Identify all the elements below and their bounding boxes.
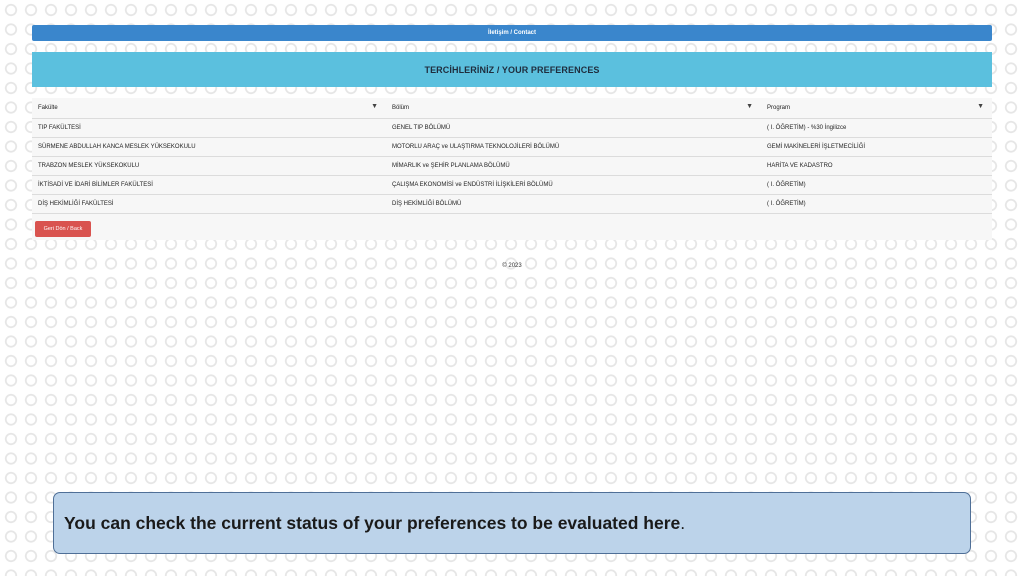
department-cell: DİŞ HEKİMLİĞİ BÖLÜMÜ [386, 193, 761, 214]
preferences-table: Fakülte ▼ Bölüm ▼ Program ▼ TIP FAKÜLTES… [32, 98, 992, 214]
table-row: İKTİSADİ VE İDARİ BİLİMLER FAKÜLTESİ ÇAL… [32, 174, 992, 194]
column-label: Fakülte [38, 104, 58, 111]
caption-text: You can check the current status of your… [64, 512, 681, 533]
caption-box: You can check the current status of your… [53, 492, 971, 554]
filter-icon[interactable]: ▼ [977, 103, 984, 110]
table-row: TRABZON MESLEK YÜKSEKOKULU MİMARLIK ve Ş… [32, 155, 992, 175]
back-button[interactable]: Geri Dön / Back [35, 221, 91, 237]
program-cell: GEMİ MAKİNELERİ İŞLETMECİLİĞİ [761, 136, 992, 156]
faculty-cell: TIP FAKÜLTESİ [32, 117, 386, 137]
column-header-faculty[interactable]: Fakülte ▼ [32, 98, 386, 118]
table-row: DİŞ HEKİMLİĞİ FAKÜLTESİ DİŞ HEKİMLİĞİ BÖ… [32, 193, 992, 214]
faculty-cell: DİŞ HEKİMLİĞİ FAKÜLTESİ [32, 193, 386, 214]
department-cell: GENEL TIP BÖLÜMÜ [386, 117, 761, 137]
column-header-program[interactable]: Program ▼ [761, 98, 992, 118]
department-cell: MİMARLIK ve ŞEHİR PLANLAMA BÖLÜMÜ [386, 155, 761, 175]
faculty-cell: TRABZON MESLEK YÜKSEKOKULU [32, 155, 386, 175]
preferences-panel: Fakülte ▼ Bölüm ▼ Program ▼ TIP FAKÜLTES… [32, 98, 992, 240]
table-row: SÜRMENE ABDULLAH KANCA MESLEK YÜKSEKOKUL… [32, 136, 992, 156]
table-header-row: Fakülte ▼ Bölüm ▼ Program ▼ [32, 98, 992, 118]
faculty-cell: SÜRMENE ABDULLAH KANCA MESLEK YÜKSEKOKUL… [32, 136, 386, 156]
filter-icon[interactable]: ▼ [371, 103, 378, 110]
page-title: TERCİHLERİNİZ / YOUR PREFERENCES [424, 64, 600, 75]
program-cell: ( I. ÖĞRETİM) [761, 193, 992, 214]
footer-copyright: © 2023 [502, 263, 522, 269]
table-row: TIP FAKÜLTESİ GENEL TIP BÖLÜMÜ ( I. ÖĞRE… [32, 117, 992, 137]
caption-period: . [680, 512, 686, 533]
column-label: Bölüm [392, 104, 410, 111]
column-label: Program [767, 104, 791, 111]
column-header-department[interactable]: Bölüm ▼ [386, 98, 761, 118]
filter-icon[interactable]: ▼ [746, 103, 753, 110]
program-cell: ( I. ÖĞRETİM) [761, 174, 992, 194]
department-cell: MOTORLU ARAÇ ve ULAŞTIRMA TEKNOLOJİLERİ … [386, 136, 761, 156]
faculty-cell: İKTİSADİ VE İDARİ BİLİMLER FAKÜLTESİ [32, 174, 386, 194]
contact-link[interactable]: İletişim / Contact [488, 30, 536, 36]
department-cell: ÇALIŞMA EKONOMİSİ ve ENDÜSTRİ İLİŞKİLERİ… [386, 174, 761, 194]
contact-bar[interactable]: İletişim / Contact [32, 25, 992, 41]
preferences-header: TERCİHLERİNİZ / YOUR PREFERENCES [32, 52, 992, 87]
program-cell: HARİTA VE KADASTRO [761, 155, 992, 175]
program-cell: ( I. ÖĞRETİM) - %30 İngilizce [761, 117, 992, 137]
